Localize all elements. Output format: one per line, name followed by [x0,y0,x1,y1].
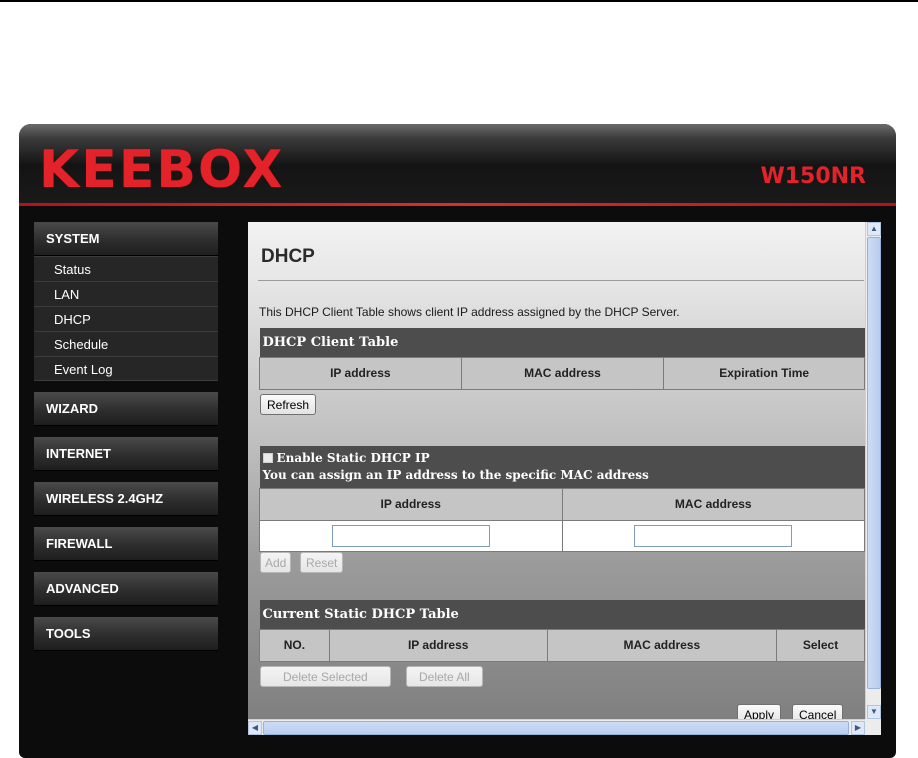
nav-wizard[interactable]: WIZARD [34,392,218,426]
router-admin-frame: KEEBOX W150NR SYSTEM Status LAN DHCP Sch… [19,124,896,758]
header-divider [19,203,896,206]
static-mac-input[interactable] [634,524,793,547]
model-name: W150NR [760,164,866,189]
scroll-down-icon[interactable]: ▼ [867,705,881,719]
sidebar-item-schedule[interactable]: Schedule [34,331,218,356]
mac-input-cell [561,519,865,552]
header: KEEBOX W150NR [19,124,896,206]
client-table-title: DHCP Client Table [259,328,865,357]
nav-firewall[interactable]: FIREWALL [34,527,218,561]
ip-input-cell [259,519,563,552]
sidebar: SYSTEM Status LAN DHCP Schedule Event Lo… [34,222,218,662]
enable-static-dhcp-label: Enable Static DHCP IP [276,450,430,465]
static-dhcp-header: Enable Static DHCP IP You can assign an … [259,446,865,488]
col-static-ip-address: IP address [259,487,563,521]
reset-button[interactable]: Reset [300,552,344,573]
brand-logo: KEEBOX [39,140,285,200]
title-divider [258,280,864,281]
scrollbar-corner [865,719,881,735]
col-mac-address: MAC address [460,356,665,390]
refresh-button[interactable]: Refresh [260,394,317,415]
page-title: DHCP [261,246,315,267]
nav-tools[interactable]: TOOLS [34,617,218,651]
scroll-left-icon[interactable]: ◀ [248,721,262,735]
enable-static-dhcp-checkbox[interactable] [262,452,273,463]
static-dhcp-form: Enable Static DHCP IP You can assign an … [259,446,865,552]
add-button[interactable]: Add [260,552,292,573]
static-ip-input[interactable] [331,524,490,547]
col-static-mac-address: MAC address [561,487,865,521]
sidebar-item-lan[interactable]: LAN [34,281,218,306]
vertical-scroll-thumb[interactable] [867,237,881,689]
nav-advanced[interactable]: ADVANCED [34,572,218,606]
top-rule [0,0,918,2]
sidebar-item-status[interactable]: Status [34,256,218,281]
col-select: Select [776,628,865,662]
content-area: DHCP This DHCP Client Table shows client… [248,222,865,735]
delete-selected-button[interactable]: Delete Selected [260,666,391,687]
col-expiration-time: Expiration Time [663,356,865,390]
col-current-ip-address: IP address [328,628,548,662]
content-panel: DHCP This DHCP Client Table shows client… [248,222,881,735]
scroll-up-icon[interactable]: ▲ [867,222,881,236]
static-dhcp-subtitle: You can assign an IP address to the spec… [262,467,649,482]
horizontal-scrollbar[interactable]: ◀ ▶ [248,719,881,735]
col-current-mac-address: MAC address [546,628,778,662]
nav-internet[interactable]: INTERNET [34,437,218,471]
sidebar-item-event-log[interactable]: Event Log [34,356,218,381]
col-no: NO. [259,628,330,662]
scroll-right-icon[interactable]: ▶ [851,721,865,735]
current-table-title: Current Static DHCP Table [259,600,865,629]
vertical-scrollbar[interactable]: ▲ ▼ [865,222,881,719]
sidebar-item-dhcp[interactable]: DHCP [34,306,218,331]
delete-all-button[interactable]: Delete All [406,666,483,687]
col-ip-address: IP address [259,356,462,390]
nav-wireless[interactable]: WIRELESS 2.4GHZ [34,482,218,516]
page-description: This DHCP Client Table shows client IP a… [259,305,680,319]
horizontal-scroll-thumb[interactable] [263,721,849,735]
current-static-dhcp-table: Current Static DHCP Table NO. IP address… [259,600,865,662]
dhcp-client-table: DHCP Client Table IP address MAC address… [259,328,865,390]
system-submenu: Status LAN DHCP Schedule Event Log [34,256,218,381]
nav-system[interactable]: SYSTEM [34,222,218,256]
